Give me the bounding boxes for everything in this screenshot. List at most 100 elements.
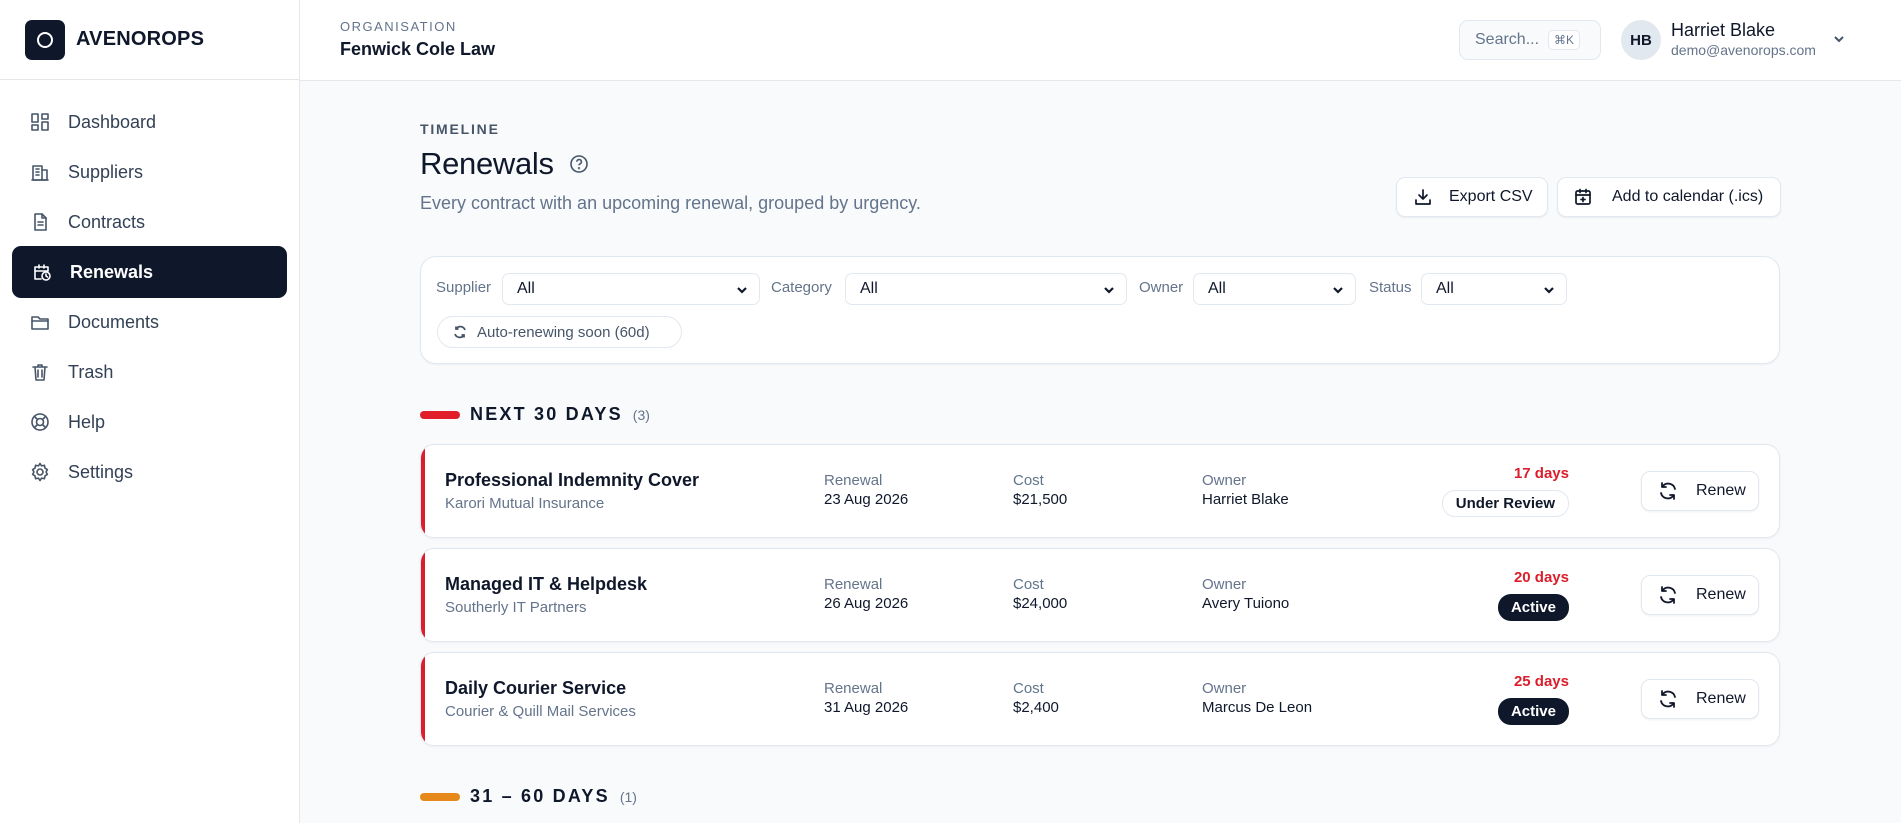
sidebar-item-settings[interactable]: Settings [13, 447, 286, 497]
renewal-card[interactable]: Daily Courier Service Courier & Quill Ma… [420, 652, 1780, 746]
urgency-accent [421, 653, 425, 745]
group-header-next-30-days: NEXT 30 DAYS (3) [420, 404, 650, 425]
sidebar-item-label: Trash [68, 361, 114, 382]
cost-label: Cost [1013, 472, 1044, 489]
urgency-bar [420, 410, 460, 419]
renew-button-label: Renew [1696, 690, 1746, 707]
document-icon [34, 213, 47, 231]
sidebar-item-dashboard[interactable]: Dashboard [13, 97, 286, 147]
chevron-down-icon [735, 283, 749, 297]
status-filter-value: All [1436, 280, 1454, 297]
chevron-down-icon [1331, 283, 1345, 297]
cost-label: Cost [1013, 680, 1044, 697]
urgency-bar [420, 792, 460, 801]
auto-renewing-chip-label: Auto-renewing soon (60d) [477, 323, 650, 341]
calendar-plus-icon [1575, 188, 1591, 205]
contract-name[interactable]: Managed IT & Helpdesk [445, 574, 647, 595]
sidebar-nav: Dashboard Suppliers Contracts Renewals D… [0, 80, 299, 497]
refresh-icon [1660, 690, 1676, 708]
renew-button-label: Renew [1696, 482, 1746, 499]
renewal-card[interactable]: Professional Indemnity Cover Karori Mutu… [420, 444, 1780, 538]
filter-panel: Supplier All Category All Owner All Stat… [420, 256, 1780, 364]
category-filter-value: All [860, 280, 878, 297]
org-name[interactable]: Fenwick Cole Law [340, 39, 495, 60]
title-row: Renewals [420, 146, 589, 182]
sidebar-item-label: Contracts [68, 211, 146, 232]
urgency-accent [421, 549, 425, 641]
renew-button[interactable]: Renew [1641, 471, 1759, 511]
group-count: (1) [619, 788, 637, 805]
renewal-label: Renewal [824, 472, 883, 489]
help-circle-icon[interactable] [569, 154, 589, 174]
add-to-calendar-label: Add to calendar (.ics) [1612, 188, 1764, 205]
urgency-accent [421, 445, 425, 537]
sidebar-item-contracts[interactable]: Contracts [13, 197, 286, 247]
renew-button[interactable]: Renew [1641, 575, 1759, 615]
gear-icon [31, 462, 49, 482]
download-icon [1415, 189, 1431, 205]
days-remaining: 17 days [1513, 465, 1569, 482]
sidebar-item-trash[interactable]: Trash [13, 347, 286, 397]
chevron-down-icon [1102, 283, 1116, 297]
lifebuoy-icon [31, 413, 49, 431]
auto-renewing-filter-chip[interactable]: Auto-renewing soon (60d) [437, 316, 682, 348]
status-filter-select[interactable]: All [1421, 273, 1567, 305]
building-icon [31, 165, 49, 181]
owner-filter-value: All [1208, 280, 1226, 297]
cost-value: $2,400 [1013, 699, 1059, 716]
status-badge: Active [1497, 594, 1569, 621]
sidebar-item-suppliers[interactable]: Suppliers [13, 147, 286, 197]
renewal-date: 23 Aug 2026 [824, 491, 909, 508]
page-subtitle: Every contract with an upcoming renewal,… [420, 193, 921, 213]
brand[interactable]: AVENOROPS [0, 0, 299, 80]
brand-name: AVENOROPS [76, 28, 205, 50]
avatar[interactable]: HB [1621, 20, 1661, 60]
search-placeholder: Search... [1475, 31, 1540, 48]
page-title: Renewals [420, 146, 554, 181]
renew-button[interactable]: Renew [1641, 679, 1759, 719]
sidebar-item-help[interactable]: Help [13, 397, 286, 447]
search-shortcut: ⌘K [1548, 30, 1581, 50]
cost-label: Cost [1013, 576, 1044, 593]
chevron-down-icon [1542, 283, 1556, 297]
chevron-down-icon[interactable] [1831, 31, 1847, 47]
renew-button-label: Renew [1696, 586, 1746, 603]
owner-label: Owner [1202, 680, 1247, 697]
owner-filter-select[interactable]: All [1193, 273, 1356, 305]
supplier-filter-select[interactable]: All [502, 273, 760, 305]
sidebar-item-renewals[interactable]: Renewals [13, 247, 286, 297]
refresh-icon [1660, 482, 1676, 500]
cost-value: $24,000 [1013, 595, 1068, 612]
export-csv-button[interactable]: Export CSV [1396, 177, 1548, 217]
group-title: 31 – 60 DAYS [470, 786, 610, 806]
sidebar-item-label: Help [68, 411, 106, 432]
user-name[interactable]: Harriet Blake [1671, 20, 1775, 41]
logo-icon [25, 19, 65, 60]
sidebar-item-label: Suppliers [68, 161, 144, 182]
renewal-date: 31 Aug 2026 [824, 699, 909, 716]
group-count: (3) [632, 406, 650, 423]
folder-icon [31, 316, 49, 330]
sidebar-item-label: Documents [68, 311, 160, 332]
renewal-label: Renewal [824, 680, 883, 697]
renewal-date: 26 Aug 2026 [824, 595, 909, 612]
supplier-filter-value: All [517, 280, 535, 297]
status-badge: Active [1497, 698, 1569, 725]
category-filter-select[interactable]: All [845, 273, 1127, 305]
export-csv-label: Export CSV [1449, 188, 1533, 205]
sidebar-item-documents[interactable]: Documents [13, 297, 286, 347]
refresh-icon [1660, 586, 1676, 604]
sidebar-item-label: Dashboard [68, 111, 157, 132]
contract-name[interactable]: Professional Indemnity Cover [445, 470, 699, 491]
trash-icon [32, 364, 48, 381]
calendar-clock-icon [34, 264, 51, 281]
search-button[interactable]: Search... ⌘K [1459, 20, 1601, 60]
contract-name[interactable]: Daily Courier Service [445, 678, 626, 699]
renewal-card[interactable]: Managed IT & Helpdesk Southerly IT Partn… [420, 548, 1780, 642]
add-to-calendar-button[interactable]: Add to calendar (.ics) [1557, 177, 1781, 217]
page-eyebrow: TIMELINE [420, 121, 500, 137]
supplier-name: Karori Mutual Insurance [445, 495, 605, 512]
owner-value: Avery Tuiono [1202, 595, 1290, 612]
dashboard-icon [31, 113, 49, 131]
cost-value: $21,500 [1013, 491, 1068, 508]
